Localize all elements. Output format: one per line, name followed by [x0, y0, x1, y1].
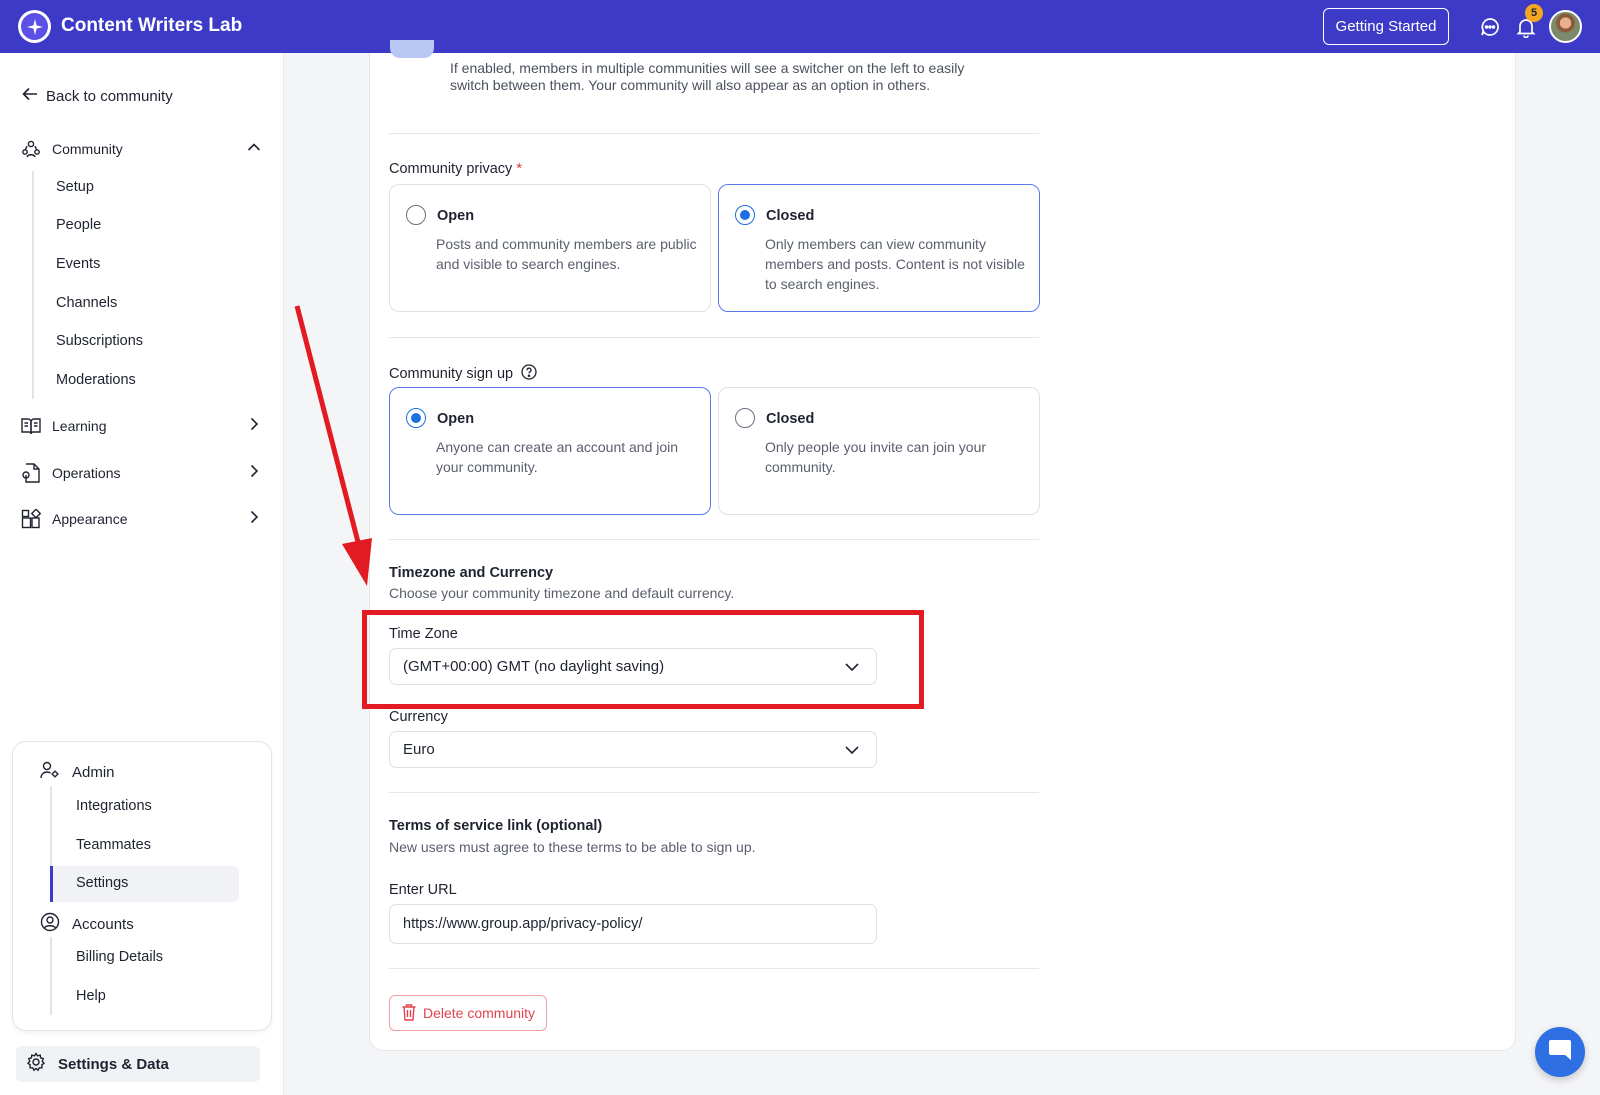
currency-select[interactable]: Euro — [389, 731, 877, 768]
divider — [389, 792, 1039, 793]
sidebar-group-community[interactable]: Community — [20, 136, 264, 162]
signup-option-closed[interactable]: Closed Only people you invite can join y… — [718, 387, 1040, 515]
sidebar-item-moderations[interactable]: Moderations — [56, 372, 136, 388]
divider — [389, 968, 1039, 969]
sparkle-icon — [21, 13, 48, 40]
privacy-option-closed[interactable]: Closed Only members can view community m… — [718, 184, 1040, 312]
settings-data-label: Settings & Data — [58, 1055, 169, 1073]
annotation-arrow-icon — [294, 305, 372, 586]
community-signup-label: Community sign up — [389, 364, 537, 384]
getting-started-button[interactable]: Getting Started — [1323, 8, 1449, 45]
option-title: Closed — [766, 208, 815, 224]
gear-icon — [26, 1052, 46, 1076]
timezone-currency-subtitle: Choose your community timezone and defau… — [389, 585, 735, 601]
chat-bubble-icon[interactable] — [1477, 14, 1503, 40]
option-description: Posts and community members are public a… — [436, 236, 697, 272]
signup-option-open[interactable]: Open Anyone can create an account and jo… — [389, 387, 711, 515]
sidebar-item-setup[interactable]: Setup — [56, 179, 94, 195]
sidebar-item-channels[interactable]: Channels — [56, 295, 117, 311]
app-title: Content Writers Lab — [61, 15, 243, 36]
sidebar-group-label: Learning — [52, 418, 107, 434]
sidebar-group-learning[interactable]: Learning — [20, 413, 264, 439]
option-description: Only people you invite can join your com… — [765, 439, 987, 475]
sidebar-group-label: Operations — [52, 465, 121, 481]
option-title: Closed — [766, 411, 815, 427]
url-label: Enter URL — [389, 882, 457, 898]
chevron-right-icon[interactable] — [246, 509, 262, 528]
chevron-up-icon[interactable] — [246, 139, 262, 158]
delete-community-button[interactable]: Delete community — [389, 995, 547, 1031]
chevron-right-icon[interactable] — [246, 463, 262, 482]
accounts-subnav: Billing Details Help — [50, 937, 163, 1015]
book-icon — [20, 415, 42, 437]
sidebar-item-people[interactable]: People — [56, 217, 101, 233]
timezone-currency-title: Timezone and Currency — [389, 565, 554, 581]
privacy-open-radio[interactable] — [406, 205, 426, 225]
divider — [389, 337, 1039, 338]
delete-label: Delete community — [422, 1005, 536, 1021]
option-title: Open — [437, 411, 475, 427]
sidebar-item-events[interactable]: Events — [56, 256, 100, 272]
appearance-icon — [20, 508, 42, 530]
arrow-left-icon — [22, 87, 38, 105]
privacy-option-open[interactable]: Open Posts and community members are pub… — [389, 184, 711, 312]
admin-user-icon — [40, 761, 60, 783]
sidebar-group-operations[interactable]: Operations — [20, 460, 264, 486]
sidebar-item-settings-active[interactable]: Settings — [50, 866, 239, 902]
signup-closed-radio[interactable] — [735, 408, 755, 428]
signup-open-radio[interactable] — [406, 408, 426, 428]
currency-value: Euro — [403, 741, 435, 758]
chat-icon — [1547, 1038, 1573, 1067]
app-logo[interactable] — [18, 10, 51, 43]
user-avatar[interactable] — [1549, 10, 1582, 43]
option-description: Only members can view community members … — [765, 236, 1025, 292]
sidebar-group-label: Community — [52, 141, 123, 157]
back-link-label: Back to community — [46, 87, 173, 105]
sidebar-item-billing-details[interactable]: Billing Details — [76, 949, 163, 965]
annotation-highlight-box — [362, 610, 924, 709]
accounts-label: Accounts — [72, 915, 134, 933]
back-to-community-link[interactable]: Back to community — [22, 87, 173, 105]
terms-title: Terms of service link (optional) — [389, 818, 603, 834]
sidebar-item-teammates[interactable]: Teammates — [76, 837, 151, 853]
option-description: Anyone can create an account and join yo… — [436, 439, 679, 475]
trash-icon — [401, 1003, 417, 1024]
sidebar-item-settings: Settings — [76, 875, 129, 891]
community-subnav: Setup People Events Channels Subscriptio… — [32, 171, 143, 399]
sidebar-item-integrations[interactable]: Integrations — [76, 798, 152, 814]
option-title: Open — [437, 208, 475, 224]
chevron-right-icon[interactable] — [246, 416, 262, 435]
sidebar-item-help[interactable]: Help — [76, 988, 106, 1004]
sidebar-group-label: Appearance — [52, 511, 128, 527]
help-circle-icon[interactable] — [521, 364, 537, 384]
notification-badge: 5 — [1525, 4, 1543, 22]
sidebar-item-subscriptions[interactable]: Subscriptions — [56, 333, 143, 349]
terms-url-input[interactable] — [389, 904, 877, 944]
required-mark: * — [516, 161, 522, 177]
community-privacy-label: Community privacy * — [389, 161, 522, 177]
support-chat-button[interactable] — [1535, 1027, 1585, 1077]
community-switcher-toggle[interactable] — [390, 40, 434, 58]
admin-label: Admin — [72, 763, 115, 781]
sidebar-group-appearance[interactable]: Appearance — [20, 506, 264, 532]
community-icon — [20, 138, 42, 160]
terms-subtitle: New users must agree to these terms to b… — [389, 839, 756, 855]
divider — [389, 539, 1039, 540]
chevron-down-icon — [844, 743, 860, 761]
accounts-section[interactable]: Accounts — [40, 912, 134, 936]
switcher-description: If enabled, members in multiple communit… — [450, 60, 965, 93]
operations-icon — [20, 462, 42, 484]
top-bar: Content Writers Lab Getting Started 5 — [0, 0, 1600, 53]
privacy-closed-radio[interactable] — [735, 205, 755, 225]
divider — [389, 133, 1039, 134]
currency-label: Currency — [389, 709, 448, 725]
account-circle-icon — [40, 912, 60, 936]
settings-and-data-button[interactable]: Settings & Data — [16, 1046, 260, 1082]
admin-section[interactable]: Admin — [40, 761, 115, 783]
